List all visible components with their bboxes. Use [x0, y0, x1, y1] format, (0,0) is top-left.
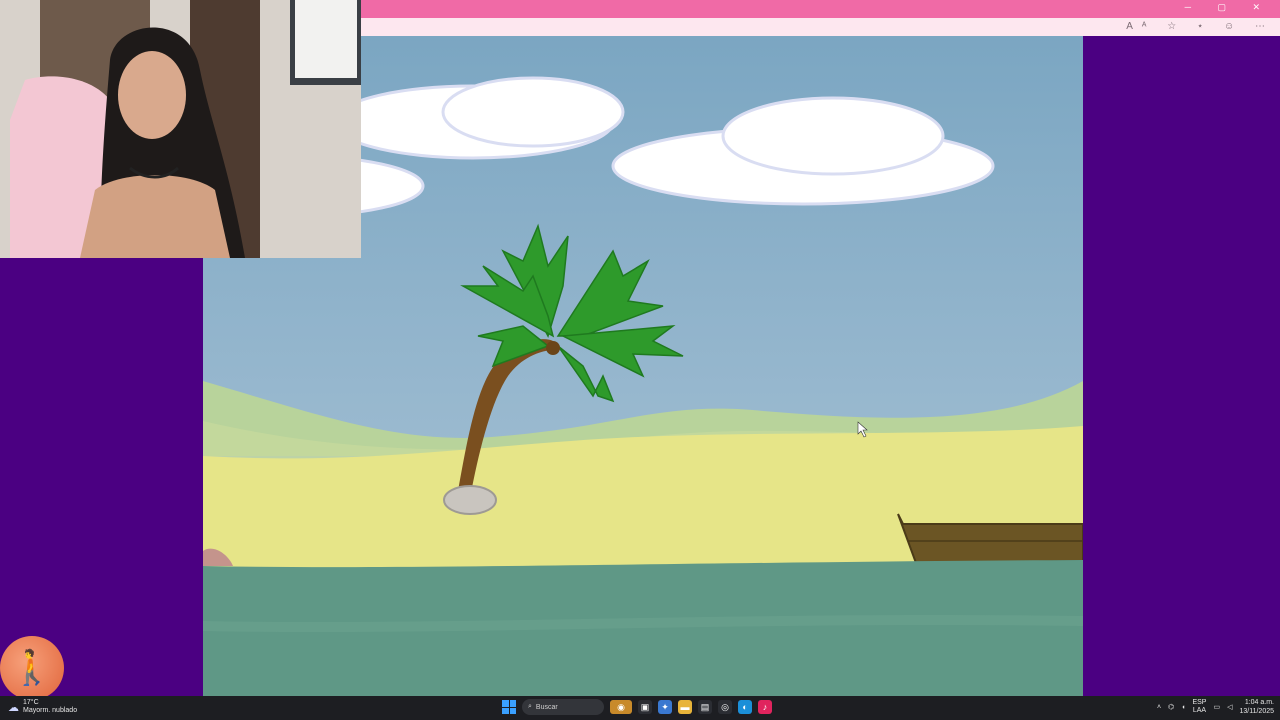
clock[interactable]: 1:04 a.m. 13/11/2025	[1239, 698, 1274, 716]
cloud	[721, 96, 945, 176]
weather-temp: 17°C	[23, 699, 39, 706]
toolbar-icons[interactable]: Aᴬ ☆ ⋆ ☺ ⋯	[1126, 21, 1274, 32]
taskbar-search[interactable]: ⌕ Buscar	[522, 699, 604, 715]
copilot-icon[interactable]: ✦	[658, 700, 672, 714]
language-indicator[interactable]: ESP LAA	[1192, 699, 1206, 715]
game-avatar-button[interactable]: 🚶	[0, 636, 64, 700]
system-tray: ˄ ⌬ ◖ ESP LAA ▭ ◁ 1:04 a.m. 13/11/2025	[1157, 698, 1274, 716]
windows-start-icon[interactable]	[502, 700, 516, 714]
left-background	[0, 258, 203, 696]
lang-code: ESP	[1192, 699, 1207, 706]
lang-variant: LAA	[1192, 707, 1207, 714]
weather-widget[interactable]: ☁ 17°C Mayorm. nublado	[8, 699, 77, 715]
clock-time: 1:04 a.m.	[1244, 699, 1274, 706]
coconut	[546, 341, 560, 355]
volume-icon[interactable]: ◁	[1227, 703, 1232, 711]
file-explorer-icon[interactable]: ▬	[678, 700, 692, 714]
browser-titlebar: ─ ▢ ✕	[361, 0, 1280, 18]
right-background	[1083, 36, 1280, 696]
chrome-icon[interactable]: ◎	[718, 700, 732, 714]
browser-toolbar: Aᴬ ☆ ⋆ ☺ ⋯	[361, 18, 1280, 36]
clock-date: 13/11/2025	[1239, 708, 1274, 715]
network-icon[interactable]: ⌬	[1168, 703, 1174, 711]
window-controls[interactable]: ─ ▢ ✕	[1185, 2, 1272, 13]
taskbar: ☁ 17°C Mayorm. nublado ⌕ Buscar ◉ ▣ ✦ ▬ …	[0, 696, 1280, 720]
chevron-up-icon[interactable]: ˄	[1157, 704, 1161, 711]
taskbar-apps: ⌕ Buscar ◉ ▣ ✦ ▬ ▤ ◎ ◐ ♪	[502, 699, 772, 715]
task-view-icon[interactable]: ▣	[638, 700, 652, 714]
weather-desc: Mayorm. nublado	[23, 707, 78, 714]
widget-app-icon[interactable]: ◉	[610, 700, 632, 714]
display-icon[interactable]: ▭	[1213, 703, 1220, 711]
webcam-overlay	[0, 0, 361, 258]
tiktok-icon[interactable]: ♪	[758, 700, 772, 714]
search-placeholder: Buscar	[535, 703, 558, 711]
cloud-sun-icon: ☁	[8, 701, 19, 714]
edge-icon[interactable]: ◐	[738, 700, 752, 714]
walking-person-icon: 🚶	[10, 649, 54, 687]
webcam-feed	[0, 0, 361, 258]
mic-icon[interactable]: ◖	[1181, 704, 1185, 711]
cloud	[441, 76, 625, 148]
person-face	[118, 51, 186, 139]
search-icon: ⌕	[528, 703, 532, 710]
person-body	[80, 175, 230, 258]
rock	[443, 485, 497, 515]
store-icon[interactable]: ▤	[698, 700, 712, 714]
